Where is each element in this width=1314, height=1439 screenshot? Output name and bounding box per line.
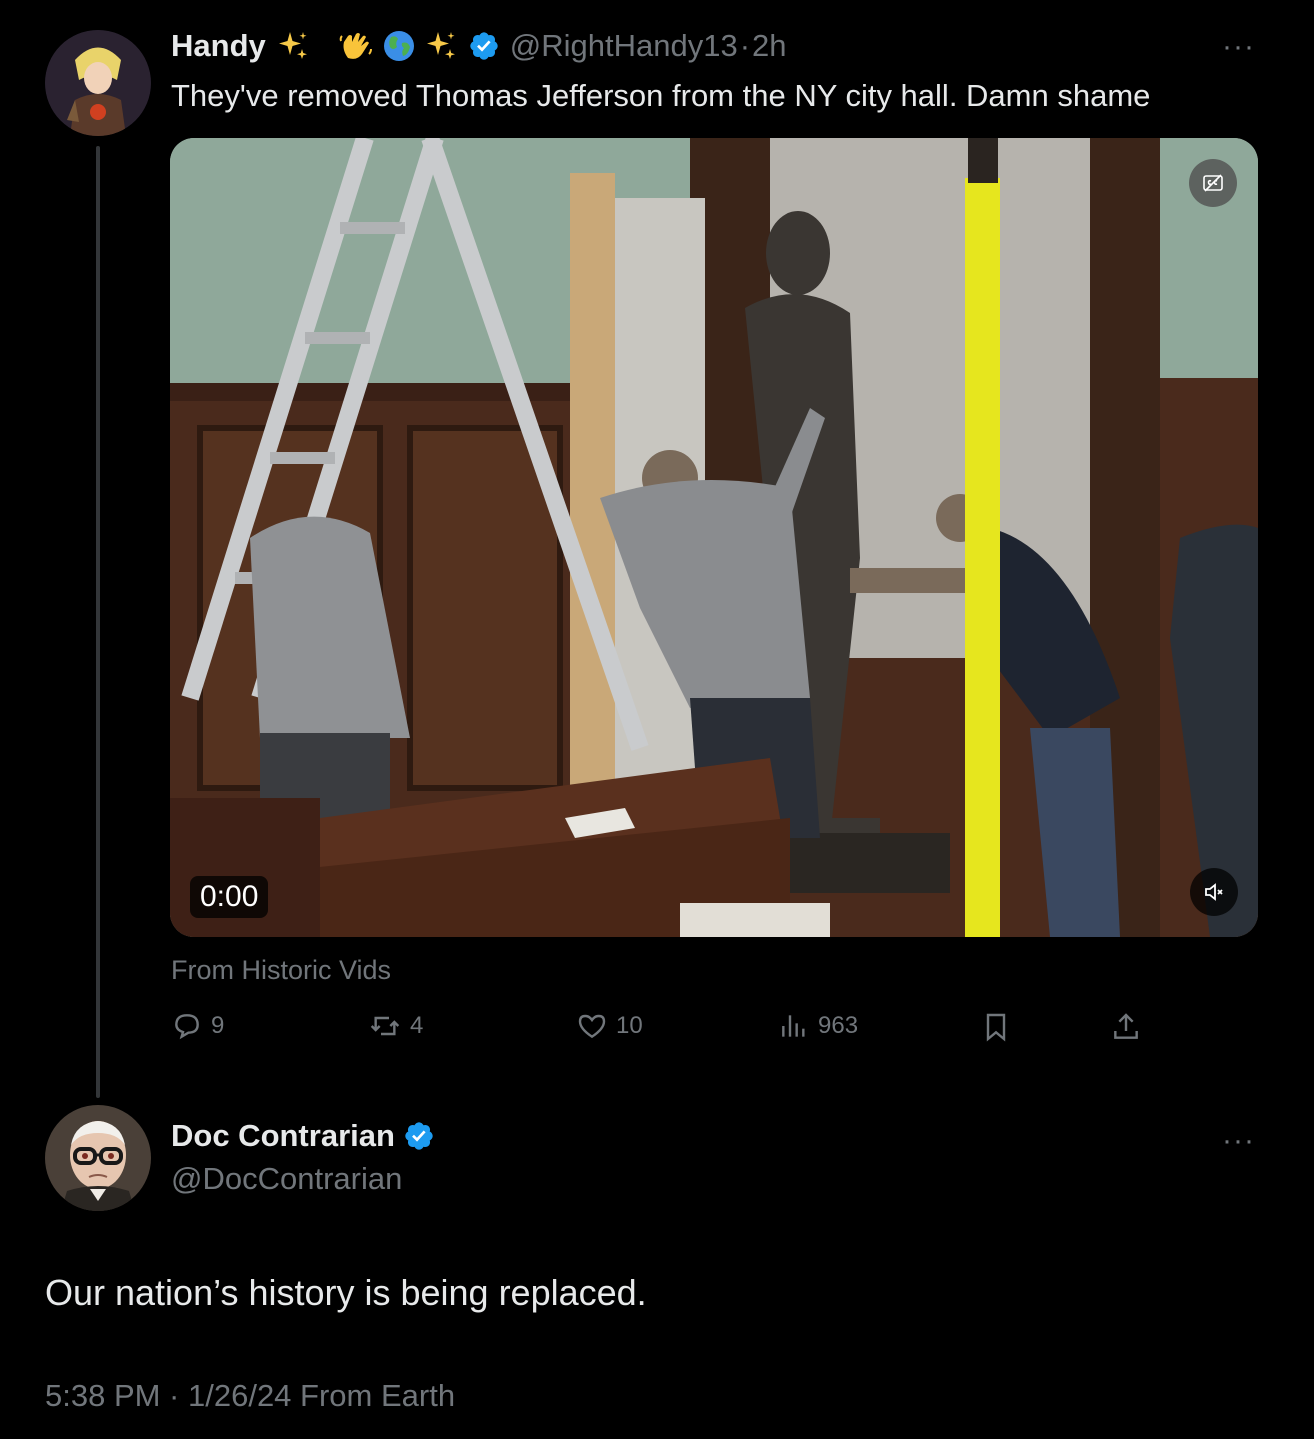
tweet-time[interactable]: 2h — [752, 28, 786, 64]
avatar-doc-contrarian[interactable] — [45, 1105, 151, 1211]
video-timecode: 0:00 — [190, 876, 269, 918]
like-count: 10 — [616, 1012, 643, 1039]
reply-count: 9 — [211, 1012, 225, 1039]
mute-toggle-button[interactable] — [1190, 868, 1238, 916]
reply-more-options-button[interactable]: ··· — [1222, 1124, 1255, 1158]
repost-button[interactable]: 4 — [368, 1010, 423, 1042]
globe-emoji-icon — [383, 31, 414, 61]
reply-button[interactable]: 9 — [171, 1010, 224, 1042]
captions-off-icon — [1203, 174, 1223, 192]
more-options-button[interactable]: ··· — [1222, 30, 1255, 64]
verified-badge-icon[interactable] — [403, 1120, 435, 1152]
share-button[interactable] — [1110, 1010, 1142, 1044]
repost-count: 4 — [410, 1012, 424, 1039]
thread-connector-line — [96, 146, 100, 1098]
heart-icon — [578, 1014, 606, 1039]
reply-text: Our nation’s history is being replaced. — [45, 1272, 647, 1313]
waving-hand-emoji-icon — [339, 33, 372, 59]
author-name[interactable]: Handy — [171, 28, 266, 64]
captions-toggle-button[interactable] — [1189, 159, 1237, 207]
repost-icon — [370, 1016, 400, 1036]
like-button[interactable]: 10 — [576, 1010, 643, 1042]
verified-badge-icon[interactable] — [468, 30, 500, 62]
reply-header: Doc Contrarian — [171, 1118, 435, 1154]
bookmark-icon — [986, 1013, 1006, 1042]
reply-author-handle[interactable]: @DocContrarian — [171, 1161, 402, 1197]
view-count: 963 — [818, 1012, 859, 1039]
tweet-text: They've removed Thomas Jefferson from th… — [171, 78, 1151, 113]
reply-icon — [175, 1014, 199, 1040]
tweet-header: Handy @RightHandy13 · 2h — [171, 26, 787, 66]
sparkles-emoji-icon — [278, 32, 307, 59]
author-emojis — [276, 28, 458, 64]
share-icon — [1114, 1013, 1138, 1039]
video-frame-image — [170, 138, 1258, 937]
author-handle[interactable]: @RightHandy13 — [510, 28, 738, 64]
views-button[interactable]: 963 — [778, 1010, 858, 1042]
video-source-attribution[interactable]: From Historic Vids — [171, 955, 391, 986]
volume-muted-icon — [1205, 883, 1223, 901]
video-player[interactable]: 0:00 — [170, 138, 1258, 937]
sparkles-emoji-icon — [426, 32, 455, 59]
avatar-handy[interactable] — [45, 30, 151, 136]
bookmark-button[interactable] — [980, 1010, 1012, 1044]
reply-author-name[interactable]: Doc Contrarian — [171, 1118, 395, 1154]
separator-dot: · — [739, 28, 751, 63]
analytics-bars-icon — [782, 1015, 805, 1037]
reply-timestamp[interactable]: 5:38 PM · 1/26/24 From Earth — [45, 1378, 455, 1414]
